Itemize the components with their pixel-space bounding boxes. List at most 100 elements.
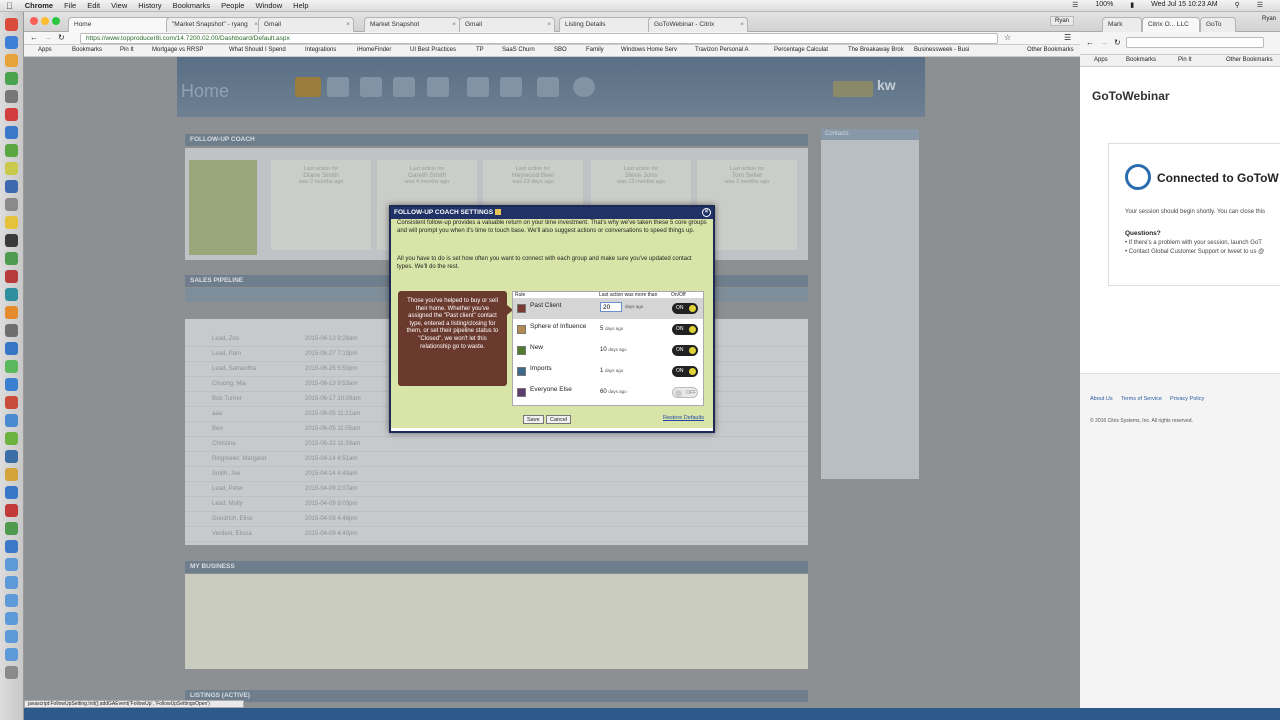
menu-icon[interactable]: ☰ — [1064, 33, 1071, 42]
bookmark-bookmarks[interactable]: Bookmarks — [1126, 57, 1156, 63]
bookmark[interactable]: UI Best Practices — [410, 47, 456, 53]
back-icon[interactable]: ← — [30, 33, 38, 42]
list-icon[interactable]: ☰ — [1257, 1, 1263, 9]
settings-icon[interactable] — [573, 77, 595, 97]
bookmark[interactable]: Businessweek - Busi — [914, 47, 969, 53]
bookmark[interactable]: Windows Home Serv — [621, 47, 677, 53]
rule-row-everyone-else[interactable]: Everyone Else 60 days ago OFF — [513, 382, 703, 403]
tab-listing-details[interactable]: Listing Details× — [559, 17, 655, 32]
tab[interactable]: GoTo — [1200, 17, 1236, 32]
bookmark[interactable]: Family — [586, 47, 604, 53]
battery-icon[interactable]: ▮ — [1130, 1, 1134, 9]
app-icon[interactable] — [5, 468, 18, 481]
reload-icon[interactable]: ↻ — [58, 33, 65, 42]
table-row[interactable]: Smith, Joe 2015-04-14 4:49am — [185, 467, 808, 482]
url-input[interactable] — [1126, 37, 1264, 48]
app-icon[interactable] — [5, 18, 18, 31]
marketing-icon[interactable] — [427, 77, 449, 97]
bookmark[interactable]: TP — [476, 47, 484, 53]
table-row[interactable]: Verdeni, Elissa 2015-04-09 4:40pm — [185, 527, 808, 542]
cancel-button[interactable]: Cancel — [546, 415, 572, 424]
menu-edit[interactable]: Edit — [87, 1, 100, 10]
toggle-switch[interactable]: ON — [672, 366, 698, 377]
app-icon[interactable] — [5, 360, 18, 373]
app-icon[interactable] — [5, 486, 18, 499]
bookmark[interactable]: What Should I Spend — [229, 47, 286, 53]
clock[interactable]: Wed Jul 15 10:23 AM — [1151, 1, 1217, 9]
tab[interactable]: Citrix O... LLC — [1142, 17, 1200, 32]
app-icon[interactable] — [5, 414, 18, 427]
save-button[interactable]: Save — [523, 415, 544, 424]
forward-icon[interactable]: → — [1100, 38, 1108, 47]
zoom-window-icon[interactable] — [52, 17, 60, 25]
folder-icon[interactable] — [5, 630, 18, 643]
footer-link-terms[interactable]: Terms of Service — [1121, 396, 1162, 402]
app-icon[interactable] — [5, 378, 18, 391]
tab[interactable]: Mark — [1102, 17, 1142, 32]
home-icon[interactable] — [295, 77, 321, 97]
toggle-switch[interactable]: ON — [672, 324, 698, 335]
app-icon[interactable] — [5, 72, 18, 85]
profile-button[interactable]: Ryan — [1049, 16, 1074, 26]
folder-icon[interactable] — [5, 558, 18, 571]
app-icon[interactable] — [5, 198, 18, 211]
app-icon[interactable] — [5, 450, 18, 463]
app-icon[interactable] — [5, 90, 18, 103]
tools-icon[interactable] — [467, 77, 489, 97]
bookmark[interactable]: Integrations — [305, 47, 336, 53]
bookmark-pin-it[interactable]: Pin It — [120, 47, 134, 53]
menu-history[interactable]: History — [138, 1, 161, 10]
footer-link-about[interactable]: About Us — [1090, 396, 1113, 402]
listings-icon[interactable] — [393, 77, 415, 97]
apple-icon[interactable]:  — [6, 1, 13, 11]
help-icon[interactable] — [494, 209, 501, 216]
forward-icon[interactable]: → — [44, 33, 52, 42]
app-icon[interactable] — [5, 216, 18, 229]
tab-gotowebinar[interactable]: GoToWebinar - Citrix × — [648, 17, 748, 32]
folder-icon[interactable] — [5, 594, 18, 607]
rule-row-sphere[interactable]: Sphere of Influence 5 days ago ON — [513, 319, 703, 340]
battery-status[interactable]: 100% — [1095, 1, 1113, 9]
url-input[interactable]: https://www.topproducer8i.com/14.7200.02… — [80, 33, 998, 44]
toggle-switch[interactable]: OFF — [672, 387, 698, 398]
trash-icon[interactable] — [5, 666, 18, 679]
web-icon[interactable] — [537, 77, 559, 97]
app-icon[interactable] — [5, 54, 18, 67]
folder-icon[interactable] — [5, 612, 18, 625]
minimize-window-icon[interactable] — [41, 17, 49, 25]
tab-market-snapshot[interactable]: Market Snapshot × — [364, 17, 460, 32]
bookmark[interactable]: Percentage Calculat — [774, 47, 828, 53]
folder-icon[interactable] — [5, 576, 18, 589]
rule-row-new[interactable]: New 10 days ago ON — [513, 340, 703, 361]
rule-row-past-client[interactable]: Past Client days ago ON — [513, 298, 703, 319]
app-icon[interactable] — [5, 324, 18, 337]
calendar-icon[interactable] — [327, 77, 349, 97]
tab-market-snapshot-email[interactable]: "Market Snapshot" - ryang × — [166, 17, 262, 32]
tab-gmail-2[interactable]: Gmail × — [459, 17, 555, 32]
app-icon[interactable] — [5, 234, 18, 247]
menu-bookmarks[interactable]: Bookmarks — [173, 1, 211, 10]
menu-help[interactable]: Help — [293, 1, 308, 10]
toggle-switch[interactable]: ON — [672, 303, 698, 314]
tab-gmail[interactable]: Gmail × — [258, 17, 354, 32]
app-icon[interactable] — [5, 36, 18, 49]
days-input[interactable] — [600, 302, 622, 312]
bookmark-other[interactable]: Other Bookmarks — [1226, 57, 1273, 63]
menu-file[interactable]: File — [64, 1, 76, 10]
bookmark[interactable]: iHomeFinder — [357, 47, 391, 53]
menu-view[interactable]: View — [111, 1, 127, 10]
app-icon[interactable] — [5, 108, 18, 121]
bookmark-apps[interactable]: Apps — [1094, 57, 1108, 63]
wifi-icon[interactable]: ☰ — [1072, 1, 1078, 9]
bookmark[interactable]: The Breakaway Brok — [848, 47, 904, 53]
footer-link-privacy[interactable]: Privacy Policy — [1170, 396, 1204, 402]
app-icon[interactable] — [5, 396, 18, 409]
app-icon[interactable] — [5, 342, 18, 355]
search-icon[interactable]: ⚲ — [1235, 1, 1240, 9]
table-row[interactable]: Christine 2015-06-22 11:39am — [185, 437, 808, 452]
app-icon[interactable] — [5, 540, 18, 553]
close-window-icon[interactable] — [30, 17, 38, 25]
menu-people[interactable]: People — [221, 1, 244, 10]
reload-icon[interactable]: ↻ — [1114, 38, 1121, 47]
app-icon[interactable] — [5, 522, 18, 535]
